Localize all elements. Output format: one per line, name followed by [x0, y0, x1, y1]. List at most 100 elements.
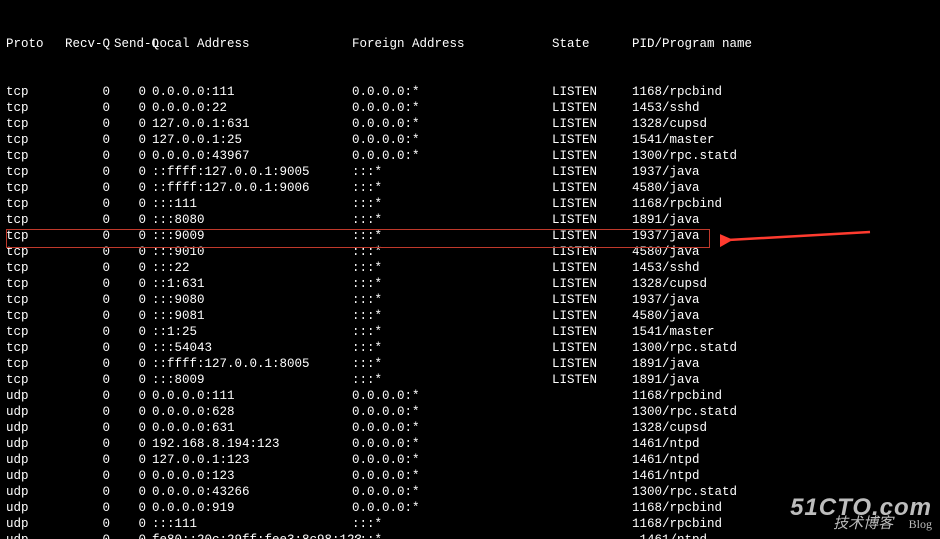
cell-local: 127.0.0.1:25: [152, 132, 352, 148]
cell-state: LISTEN: [552, 180, 632, 196]
cell-foreign: 0.0.0.0:*: [352, 388, 552, 404]
cell-proto: tcp: [6, 244, 54, 260]
cell-proto: udp: [6, 452, 54, 468]
cell-pid: 4580/java: [632, 244, 934, 260]
cell-state: LISTEN: [552, 356, 632, 372]
cell-send: 0: [114, 532, 152, 539]
cell-foreign: 0.0.0.0:*: [352, 436, 552, 452]
cell-local: :::9081: [152, 308, 352, 324]
netstat-row: tcp00127.0.0.1:6310.0.0.0:*LISTEN1328/cu…: [6, 116, 934, 132]
cell-send: 0: [114, 436, 152, 452]
cell-state: LISTEN: [552, 116, 632, 132]
cell-proto: udp: [6, 516, 54, 532]
cell-pid: 1453/sshd: [632, 260, 934, 276]
cell-state: [552, 516, 632, 532]
cell-send: 0: [114, 404, 152, 420]
netstat-row: tcp000.0.0.0:439670.0.0.0:*LISTEN1300/rp…: [6, 148, 934, 164]
cell-state: LISTEN: [552, 196, 632, 212]
cell-foreign: :::*: [352, 276, 552, 292]
cell-proto: udp: [6, 436, 54, 452]
cell-proto: tcp: [6, 148, 54, 164]
cell-proto: udp: [6, 388, 54, 404]
cell-foreign: :::*: [352, 180, 552, 196]
cell-local: :::9009: [152, 228, 352, 244]
header-sendq: Send-Q: [114, 36, 152, 52]
cell-local: 127.0.0.1:123: [152, 452, 352, 468]
cell-local: :::54043: [152, 340, 352, 356]
cell-foreign: :::*: [352, 324, 552, 340]
cell-local: :::9080: [152, 292, 352, 308]
cell-foreign: :::*: [352, 532, 552, 539]
cell-state: LISTEN: [552, 292, 632, 308]
cell-state: LISTEN: [552, 148, 632, 164]
cell-foreign: :::*: [352, 356, 552, 372]
netstat-row: tcp000.0.0.0:1110.0.0.0:*LISTEN1168/rpcb…: [6, 84, 934, 100]
cell-pid: 1541/master: [632, 132, 934, 148]
cell-pid: 1541/master: [632, 324, 934, 340]
cell-foreign: :::*: [352, 308, 552, 324]
cell-state: LISTEN: [552, 372, 632, 388]
netstat-row: tcp00::1:25:::*LISTEN1541/master: [6, 324, 934, 340]
cell-state: LISTEN: [552, 212, 632, 228]
cell-send: 0: [114, 484, 152, 500]
cell-send: 0: [114, 500, 152, 516]
cell-send: 0: [114, 244, 152, 260]
cell-recv: 0: [54, 532, 114, 539]
cell-foreign: :::*: [352, 292, 552, 308]
cell-local: ::ffff:127.0.0.1:9005: [152, 164, 352, 180]
netstat-row: udp000.0.0.0:6310.0.0.0:*1328/cupsd: [6, 420, 934, 436]
cell-send: 0: [114, 180, 152, 196]
cell-foreign: 0.0.0.0:*: [352, 148, 552, 164]
cell-recv: 0: [54, 388, 114, 404]
cell-recv: 0: [54, 420, 114, 436]
cell-foreign: :::*: [352, 164, 552, 180]
cell-foreign: 0.0.0.0:*: [352, 452, 552, 468]
header-proto: Proto: [6, 36, 54, 52]
cell-foreign: :::*: [352, 340, 552, 356]
cell-local: 0.0.0.0:631: [152, 420, 352, 436]
header-recvq: Recv-Q: [54, 36, 114, 52]
cell-proto: udp: [6, 532, 54, 539]
cell-recv: 0: [54, 100, 114, 116]
cell-recv: 0: [54, 84, 114, 100]
cell-state: [552, 420, 632, 436]
cell-send: 0: [114, 516, 152, 532]
cell-send: 0: [114, 420, 152, 436]
cell-local: 0.0.0.0:123: [152, 468, 352, 484]
cell-pid: 1300/rpc.statd: [632, 404, 934, 420]
cell-pid: 1168/rpcbind: [632, 196, 934, 212]
cell-foreign: 0.0.0.0:*: [352, 100, 552, 116]
netstat-row: udp00fe80::20c:29ff:fee3:8c98:123:::* 14…: [6, 532, 934, 539]
cell-proto: tcp: [6, 340, 54, 356]
cell-local: 127.0.0.1:631: [152, 116, 352, 132]
cell-foreign: 0.0.0.0:*: [352, 484, 552, 500]
watermark-badge: Blog: [909, 516, 932, 532]
cell-local: :::9010: [152, 244, 352, 260]
cell-state: [552, 452, 632, 468]
netstat-row: tcp00:::54043:::*LISTEN1300/rpc.statd: [6, 340, 934, 356]
cell-pid: 1937/java: [632, 228, 934, 244]
cell-recv: 0: [54, 180, 114, 196]
cell-proto: udp: [6, 404, 54, 420]
cell-proto: tcp: [6, 84, 54, 100]
cell-recv: 0: [54, 452, 114, 468]
netstat-row: tcp00::ffff:127.0.0.1:8005:::*LISTEN1891…: [6, 356, 934, 372]
cell-pid: 4580/java: [632, 180, 934, 196]
cell-proto: tcp: [6, 228, 54, 244]
cell-send: 0: [114, 356, 152, 372]
cell-state: LISTEN: [552, 340, 632, 356]
cell-proto: udp: [6, 484, 54, 500]
cell-pid: 1168/rpcbind: [632, 84, 934, 100]
cell-send: 0: [114, 292, 152, 308]
cell-proto: tcp: [6, 260, 54, 276]
cell-pid: 1891/java: [632, 356, 934, 372]
cell-proto: tcp: [6, 164, 54, 180]
cell-recv: 0: [54, 516, 114, 532]
cell-local: 0.0.0.0:111: [152, 388, 352, 404]
cell-state: LISTEN: [552, 100, 632, 116]
cell-proto: tcp: [6, 372, 54, 388]
terminal-output[interactable]: Proto Recv-Q Send-Q Local Address Foreig…: [0, 0, 940, 539]
cell-proto: tcp: [6, 132, 54, 148]
cell-recv: 0: [54, 324, 114, 340]
cell-send: 0: [114, 340, 152, 356]
